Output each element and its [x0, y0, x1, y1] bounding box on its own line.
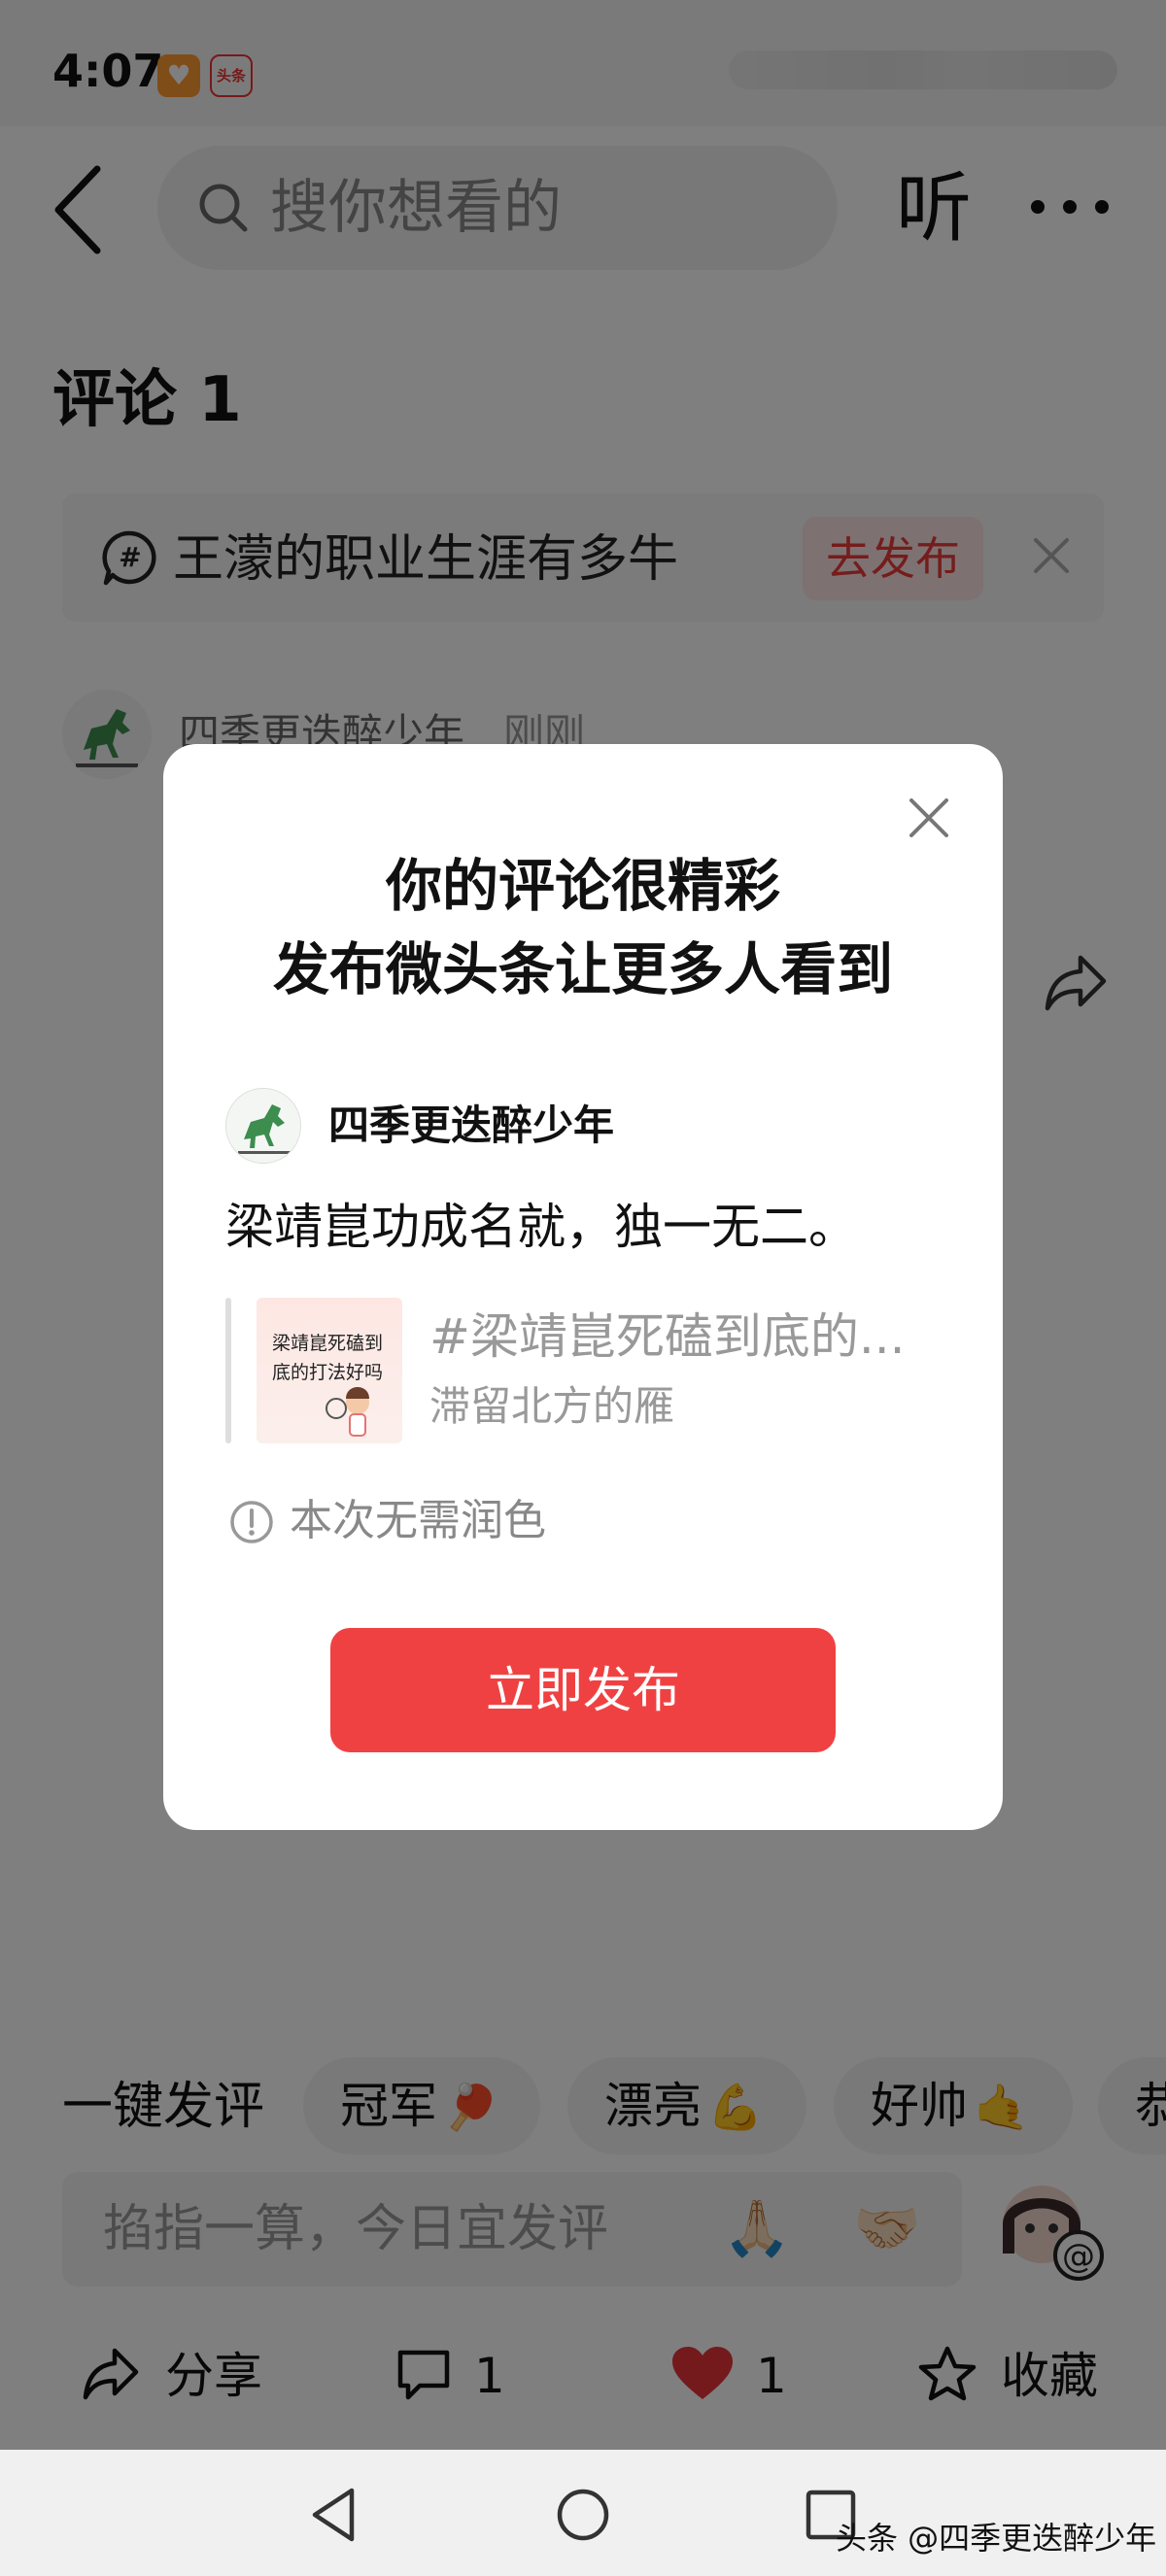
- quoted-article-title: #梁靖崑死磕到底的...: [429, 1308, 906, 1365]
- dialog-title: 你的评论很精彩: [385, 853, 780, 919]
- quoted-article[interactable]: 梁靖崑死磕到底的打法好吗 #梁靖崑死磕到底的... 滞留北方的雁: [225, 1298, 941, 1443]
- dialog-comment-text: 梁靖崑功成名就，独一无二。: [225, 1199, 857, 1255]
- dialog-subtitle: 发布微头条让更多人看到: [272, 936, 893, 1002]
- dialog-author-name: 四季更迭醉少年: [328, 1102, 615, 1149]
- info-icon: [230, 1501, 273, 1543]
- polish-note: 本次无需润色: [290, 1496, 546, 1545]
- publish-dialog: 你的评论很精彩 发布微头条让更多人看到 四季更迭醉少年 梁靖崑功成名就，独一无二…: [163, 744, 1003, 1830]
- watermark: 头条 @四季更迭醉少年: [836, 2520, 1157, 2557]
- horse-avatar-image: [226, 1089, 300, 1163]
- quoted-article-author: 滞留北方的雁: [429, 1382, 675, 1430]
- publish-now-button[interactable]: 立即发布: [330, 1628, 836, 1752]
- quote-bar: [225, 1298, 231, 1443]
- article-thumbnail: 梁靖崑死磕到底的打法好吗: [257, 1298, 402, 1443]
- close-icon[interactable]: [906, 795, 952, 841]
- nav-home-icon[interactable]: [549, 2481, 617, 2549]
- avatar: [225, 1088, 301, 1164]
- tennis-girl-illustration: [326, 1387, 369, 1437]
- nav-back-icon[interactable]: [301, 2481, 369, 2549]
